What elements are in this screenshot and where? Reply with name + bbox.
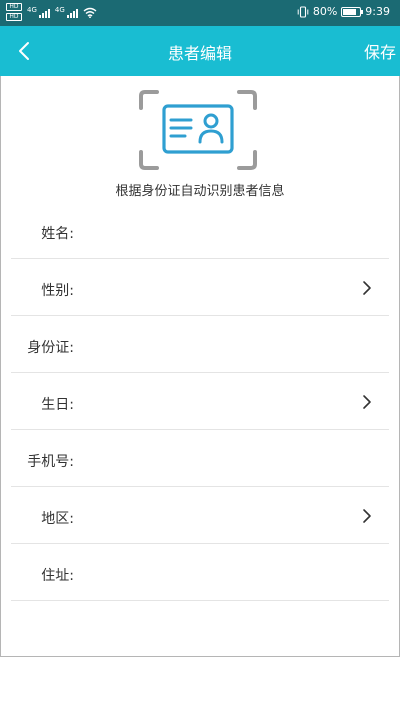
field-name-label: 姓名: — [41, 226, 74, 242]
patient-edit-form: 根据身份证自动识别患者信息 姓名: 性别: 身份证: 生日: 手机号: 地区: … — [0, 76, 400, 657]
field-gender-label: 性别: — [41, 283, 74, 299]
field-address-row[interactable]: 住址: — [11, 544, 389, 601]
wifi-icon — [83, 7, 97, 18]
field-idcard-label: 身份证: — [27, 340, 74, 356]
app-screen: HD HD 4G 4G 80% 9:39 患者编辑 保存 根据身份证自动识别患者… — [0, 0, 400, 711]
form-list: 姓名: 性别: 身份证: 生日: 手机号: 地区: 住址: — [11, 202, 389, 601]
page-title: 患者编辑 — [167, 44, 232, 63]
nav-bar: 患者编辑 保存 — [0, 26, 400, 76]
chevron-right-icon — [363, 281, 371, 295]
blank-area — [0, 657, 400, 711]
battery-fill — [343, 8, 357, 15]
signal1-icon: 4G — [27, 6, 50, 18]
sim2-icon: HD — [6, 13, 22, 21]
status-bar: HD HD 4G 4G 80% 9:39 — [0, 0, 400, 26]
sim-indicators: HD HD — [6, 3, 22, 21]
field-birthday-row[interactable]: 生日: — [11, 373, 389, 430]
network2-label: 4G — [54, 6, 65, 14]
id-scan-area: 根据身份证自动识别患者信息 — [1, 76, 399, 206]
status-right: 80% 9:39 — [297, 5, 390, 18]
field-idcard-row[interactable]: 身份证: — [11, 316, 389, 373]
chevron-right-icon — [363, 395, 371, 409]
field-birthday-label: 生日: — [41, 397, 74, 413]
signal2-icon: 4G — [55, 6, 78, 18]
clock: 9:39 — [365, 5, 390, 18]
chevron-right-icon — [363, 509, 371, 523]
status-left: HD HD 4G 4G — [6, 3, 97, 21]
field-address-label: 住址: — [41, 568, 74, 584]
field-region-row[interactable]: 地区: — [11, 487, 389, 544]
field-phone-label: 手机号: — [27, 454, 74, 470]
battery-icon — [341, 6, 364, 17]
field-name-row[interactable]: 姓名: — [11, 202, 389, 259]
network1-label: 4G — [27, 6, 37, 14]
field-phone-row[interactable]: 手机号: — [11, 430, 389, 487]
save-button[interactable]: 保存 — [364, 39, 396, 63]
sim1-icon: HD — [6, 3, 22, 11]
field-region-label: 地区: — [41, 511, 74, 527]
vibrate-icon — [297, 5, 309, 18]
id-card-scan-icon[interactable] — [139, 90, 257, 170]
battery-percent: 80% — [312, 5, 338, 18]
scan-caption: 根据身份证自动识别患者信息 — [115, 184, 285, 199]
field-gender-row[interactable]: 性别: — [11, 259, 389, 316]
